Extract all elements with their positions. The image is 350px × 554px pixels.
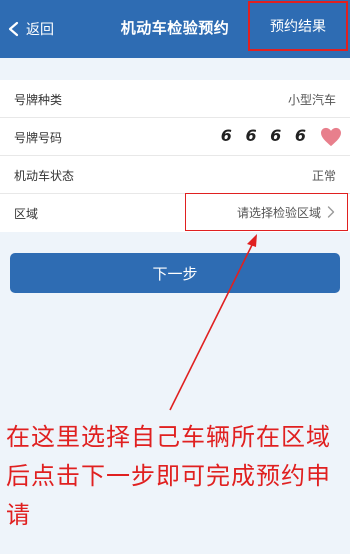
heart-icon	[321, 127, 341, 147]
region-label: 区域	[14, 207, 39, 221]
plate-type-row: 号牌种类 小型汽车	[0, 80, 350, 118]
vehicle-status-row: 机动车状态 正常	[0, 156, 350, 194]
next-step-button[interactable]: 下一步	[10, 253, 340, 293]
chevron-right-icon	[327, 206, 335, 218]
nav-bar: 返回 机动车检验预约 预约结果	[0, 0, 350, 58]
vehicle-status-label: 机动车状态	[14, 169, 75, 183]
booking-result-button[interactable]: 预约结果	[248, 1, 348, 51]
plate-type-value: 小型汽车	[287, 93, 336, 107]
vehicle-status-value: 正常	[311, 169, 336, 183]
plate-number-row: 号牌号码 6 6 6 6	[0, 118, 350, 156]
plate-type-label: 号牌种类	[14, 93, 63, 107]
region-placeholder: 请选择检验区域	[236, 205, 321, 220]
plate-number-value: 6 6 6 6	[220, 126, 310, 145]
region-select[interactable]: 请选择检验区域	[185, 193, 348, 231]
plate-number-label: 号牌号码	[14, 131, 63, 145]
instruction-annotation: 在这里选择自己车辆所在区域后点击下一步即可完成预约申请	[6, 423, 331, 529]
